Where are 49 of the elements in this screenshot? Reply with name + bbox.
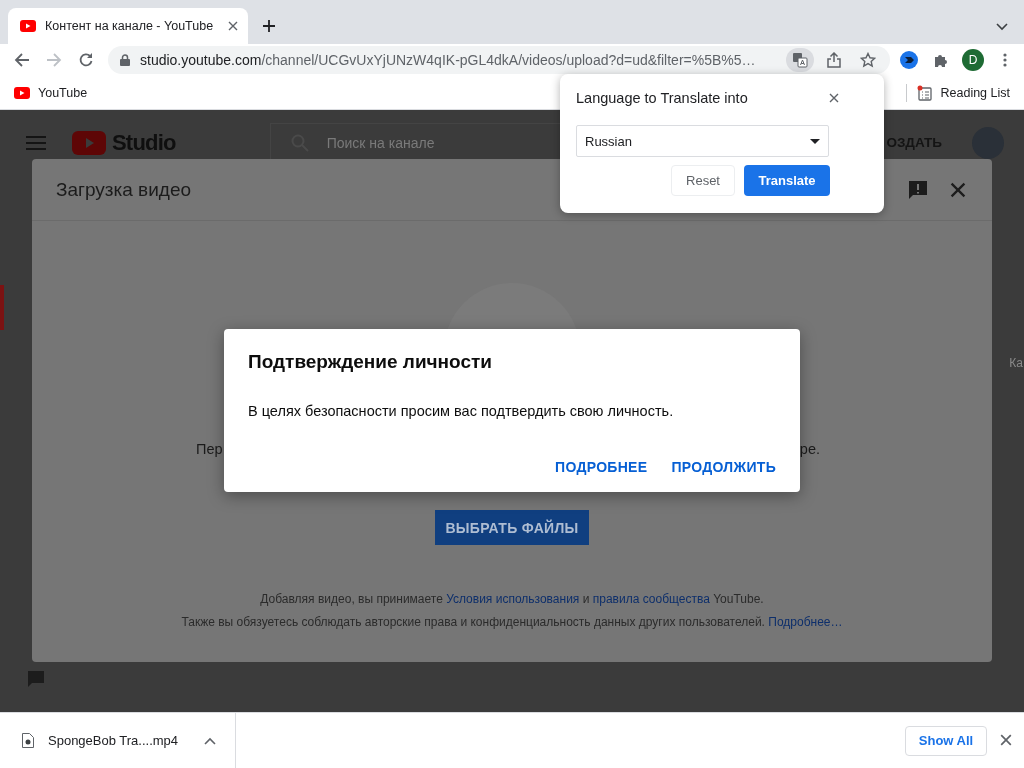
close-icon[interactable] [950,181,966,198]
dialog-message: В целях безопасности просим вас подтвердить свою личность. [248,402,675,421]
youtube-logo-icon [14,86,30,99]
translate-icon [792,52,808,68]
youtube-logo-icon [20,20,36,32]
feedback-icon[interactable] [908,179,928,200]
reload-icon [78,52,94,68]
chevron-down-icon[interactable] [996,23,1008,31]
url-text: studio.youtube.com/channel/UCGvUxYjUNzW4qIK-pGL4dkA/videos/upload?d=ud&filter=%5B%5… [140,52,757,68]
prompt-text: Пер [196,441,223,457]
terms-text: Добавляя видео, вы принимаете Условия использования и правила сообщества YouTube. [259,591,765,607]
sidebar-active-indicator [0,285,4,330]
new-tab-icon[interactable] [262,19,276,33]
dialog-title: Подтверждение личности [248,350,493,374]
dropdown-caret-icon [810,138,820,144]
dialog-title: Загрузка видео [56,178,192,201]
profile-avatar[interactable]: D [962,49,984,71]
select-files-button[interactable]: ВЫБРАТЬ ФАЙЛЫ [435,510,589,545]
share-icon [827,52,841,68]
bookmark-link[interactable]: YouTube [38,85,88,100]
close-icon[interactable] [829,93,839,103]
caret-up-icon[interactable] [204,736,216,745]
popup-title: Language to Translate into [576,90,748,106]
file-icon [22,733,34,748]
dialog-button[interactable]: ПОДРОБНЕЕ [555,449,648,485]
reading-list-link[interactable]: Reading List [940,85,1010,100]
show-all-button[interactable]: Show All [905,725,987,756]
lock-icon [120,54,130,66]
youtube-logo-icon [72,130,106,155]
terms-text: Также вы обязуетесь соблюдать авторские права и конфиденциальность данных других пользователей. Подробнее… [180,614,844,630]
puzzle-icon [933,52,949,68]
address-bar[interactable]: studio.youtube.com/channel/UCGvUxYjUNzW4qIK-pGL4dkA/videos/upload?d=ud&filter=%5B%5… [108,46,890,74]
translate-button[interactable] [786,48,814,72]
language-dropdown[interactable]: Russian [576,125,829,157]
forward-arrow-icon [46,52,62,68]
browser-tab[interactable]: Контент на канале - YouTube [8,8,248,44]
reading-list-icon[interactable] [916,84,933,101]
translate-button[interactable]: Translate [744,165,830,196]
sidebar-text: Ка [1009,356,1023,370]
close-icon[interactable] [228,21,238,31]
dialog-button[interactable]: ПРОДОЛЖИТЬ [671,449,776,485]
star-icon [860,52,876,68]
extension-logo-icon [900,51,918,69]
download-file-name[interactable]: SpongeBob Tra....mp4 [48,733,179,748]
reset-button[interactable]: Reset [671,165,735,196]
close-icon[interactable] [1000,733,1012,746]
menu-icon [1003,53,1007,67]
back-arrow-icon [14,52,30,68]
prompt-text: ре. [799,441,820,457]
